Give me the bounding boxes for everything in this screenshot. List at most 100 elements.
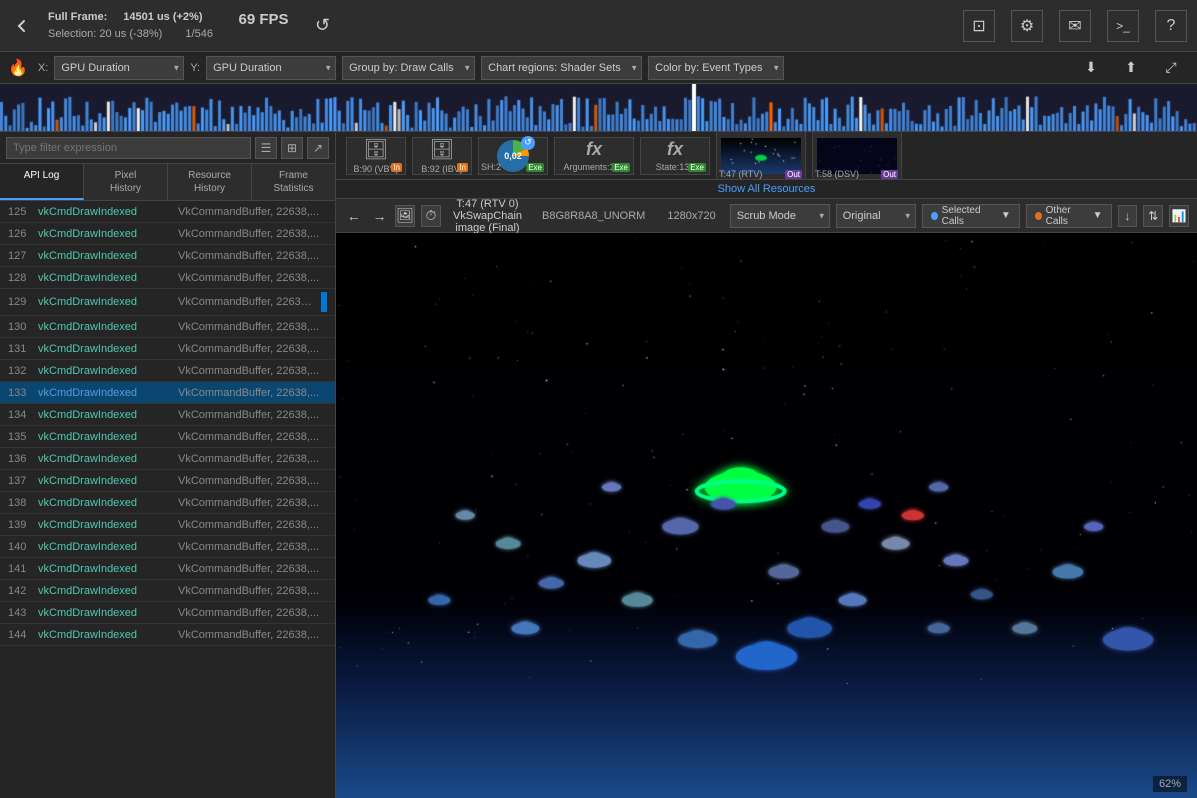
selected-calls-label: Selected Calls	[942, 205, 997, 227]
selection-value: 20 us (-38%)	[99, 28, 162, 40]
full-frame-value: 14501 us (+2%)	[123, 11, 202, 28]
back-button[interactable]	[8, 12, 36, 40]
left-tabs: API Log PixelHistory ResourceHistory Fra…	[0, 164, 335, 201]
right-panel: 🗄 In B:90 (VBV) 🗄 In B:92 (IBV)	[336, 132, 1197, 798]
selection-label: Selection:	[48, 28, 96, 40]
scrub-mode-select[interactable]: Scrub Mode	[730, 204, 830, 228]
label-t58: T:58 (DSV)	[815, 169, 859, 179]
color-by-select[interactable]: Color by: Event Types	[648, 56, 784, 80]
list-item[interactable]: 137 vkCmdDrawIndexed VkCommandBuffer, 22…	[0, 470, 335, 492]
topbar: Full Frame: 14501 us (+2%) 69 FPS Select…	[0, 0, 1197, 52]
full-frame-label: Full Frame:	[48, 11, 107, 28]
timeline[interactable]	[0, 84, 1197, 132]
viewer-back-button[interactable]: ←	[344, 205, 364, 227]
show-all-resources-button[interactable]: Show All Resources	[336, 180, 1197, 199]
filter-export-icon[interactable]: ↗	[307, 137, 329, 159]
list-item[interactable]: 138 vkCmdDrawIndexed VkCommandBuffer, 22…	[0, 492, 335, 514]
mail-icon[interactable]: ✉	[1059, 10, 1091, 42]
list-item[interactable]: 140 vkCmdDrawIndexed VkCommandBuffer, 22…	[0, 536, 335, 558]
list-item[interactable]: 141 vkCmdDrawIndexed VkCommandBuffer, 22…	[0, 558, 335, 580]
refresh-button[interactable]: ↺	[309, 12, 337, 40]
list-item[interactable]: 144 vkCmdDrawIndexed VkCommandBuffer, 22…	[0, 624, 335, 646]
zoom-indicator: 62%	[1153, 776, 1187, 792]
list-item[interactable]: 134 vkCmdDrawIndexed VkCommandBuffer, 22…	[0, 404, 335, 426]
tab-frame-statistics[interactable]: FrameStatistics	[252, 164, 335, 200]
list-item[interactable]: 133 vkCmdDrawIndexed VkCommandBuffer, 22…	[0, 382, 335, 404]
exe-badge-state: Exe	[688, 163, 706, 172]
list-item[interactable]: 131 vkCmdDrawIndexed VkCommandBuffer, 22…	[0, 338, 335, 360]
list-item[interactable]: 135 vkCmdDrawIndexed VkCommandBuffer, 22…	[0, 426, 335, 448]
save-icon[interactable]: ⬇	[1075, 52, 1107, 84]
terminal-icon[interactable]: >_	[1107, 10, 1139, 42]
fps-value: 69 FPS	[238, 11, 288, 28]
game-scene-canvas	[336, 233, 1197, 798]
selected-dot	[931, 212, 938, 220]
frame-info: Full Frame: 14501 us (+2%) 69 FPS Select…	[48, 11, 289, 40]
list-item[interactable]: 128 vkCmdDrawIndexed VkCommandBuffer, 22…	[0, 267, 335, 289]
pie-label: 0,02	[504, 151, 522, 161]
image-viewer[interactable]: 62%	[336, 233, 1197, 798]
fx-icon-args: fx	[586, 139, 602, 160]
chart-regions-select[interactable]: Chart regions: Shader Sets	[481, 56, 642, 80]
filter-bar: ☰ ⊞ ↗	[0, 132, 335, 164]
clock-icon[interactable]: ⏱	[421, 205, 441, 227]
exe-badge-sh2: Exe	[526, 163, 544, 172]
frame-count: 1/546	[185, 28, 213, 40]
tab-pixel-history[interactable]: PixelHistory	[84, 164, 168, 200]
main-content: ☰ ⊞ ↗ API Log PixelHistory ResourceHisto…	[0, 132, 1197, 798]
list-item[interactable]: 130 vkCmdDrawIndexed VkCommandBuffer, 22…	[0, 316, 335, 338]
list-item[interactable]: 143 vkCmdDrawIndexed VkCommandBuffer, 22…	[0, 602, 335, 624]
image-view-icon[interactable]: 🖼	[395, 205, 415, 227]
filter-tree-icon[interactable]: ⊞	[281, 137, 303, 159]
bookmark-icon[interactable]: ⊡	[963, 10, 995, 42]
flame-icon: 🔥	[8, 58, 28, 78]
in-badge-b90: In	[391, 163, 402, 172]
list-item[interactable]: 136 vkCmdDrawIndexed VkCommandBuffer, 22…	[0, 448, 335, 470]
out-badge-t58: Out	[881, 170, 898, 179]
resource-b92[interactable]: 🗄 In B:92 (IBV)	[412, 137, 472, 175]
db-icon-b92: 🗄	[429, 137, 454, 162]
y-axis-select[interactable]: GPU Duration	[206, 56, 336, 80]
resource-t47[interactable]: Out T:47 (RTV)	[716, 132, 806, 180]
compare-icon[interactable]: ⇅	[1143, 205, 1163, 227]
tab-api-log[interactable]: API Log	[0, 164, 84, 200]
list-item[interactable]: 132 vkCmdDrawIndexed VkCommandBuffer, 22…	[0, 360, 335, 382]
exe-badge-args: Exe	[612, 163, 630, 172]
selected-calls-button[interactable]: Selected Calls ▼	[922, 204, 1020, 228]
filter-input[interactable]	[6, 137, 251, 159]
list-item[interactable]: 142 vkCmdDrawIndexed VkCommandBuffer, 22…	[0, 580, 335, 602]
list-item[interactable]: 127 vkCmdDrawIndexed VkCommandBuffer, 22…	[0, 245, 335, 267]
resource-state133[interactable]: fx Exe State:133	[640, 137, 710, 175]
list-item[interactable]: 129 vkCmdDrawIndexed VkCommandBuffer, 22…	[0, 289, 335, 316]
save-viewer-icon[interactable]: ↓	[1118, 205, 1138, 227]
resources-row: 🗄 In B:90 (VBV) 🗄 In B:92 (IBV)	[336, 132, 1197, 180]
resource-t58[interactable]: Out T:58 (DSV)	[812, 132, 902, 180]
other-calls-button[interactable]: Other Calls ▼	[1026, 204, 1112, 228]
chart-icon[interactable]: 📊	[1169, 205, 1189, 227]
x-axis-select[interactable]: GPU Duration	[54, 56, 184, 80]
list-item[interactable]: 125 vkCmdDrawIndexed VkCommandBuffer, 22…	[0, 201, 335, 223]
reset-icon[interactable]: ↺	[521, 136, 535, 150]
original-select[interactable]: Original	[836, 204, 916, 228]
expand-icon[interactable]: ⤢	[1155, 52, 1187, 84]
in-badge-b92: In	[457, 163, 468, 172]
api-list[interactable]: 125 vkCmdDrawIndexed VkCommandBuffer, 22…	[0, 201, 335, 798]
help-icon[interactable]: ?	[1155, 10, 1187, 42]
resource-b90[interactable]: 🗄 In B:90 (VBV)	[346, 137, 406, 175]
tab-resource-history[interactable]: ResourceHistory	[168, 164, 252, 200]
filter-list-icon[interactable]: ☰	[255, 137, 277, 159]
group-by-select[interactable]: Group by: Draw Calls	[342, 56, 475, 80]
upload-icon[interactable]: ⬆	[1115, 52, 1147, 84]
left-panel: ☰ ⊞ ↗ API Log PixelHistory ResourceHisto…	[0, 132, 336, 798]
viewer-forward-button[interactable]: →	[370, 205, 390, 227]
db-icon-b90: 🗄	[363, 137, 388, 162]
resource-sh2[interactable]: 0,02 ↺ Exe SH:2	[478, 137, 548, 175]
resource-args133[interactable]: fx Exe Arguments:133	[554, 137, 634, 175]
fx-icon-state: fx	[667, 139, 683, 160]
list-item[interactable]: 126 vkCmdDrawIndexed VkCommandBuffer, 22…	[0, 223, 335, 245]
list-item[interactable]: 139 vkCmdDrawIndexed VkCommandBuffer, 22…	[0, 514, 335, 536]
format-badge: B8G8R8A8_UNORM	[534, 210, 653, 222]
settings-icon[interactable]: ⚙	[1011, 10, 1043, 42]
other-dot	[1035, 212, 1042, 220]
other-calls-label: Other Calls	[1046, 205, 1089, 227]
